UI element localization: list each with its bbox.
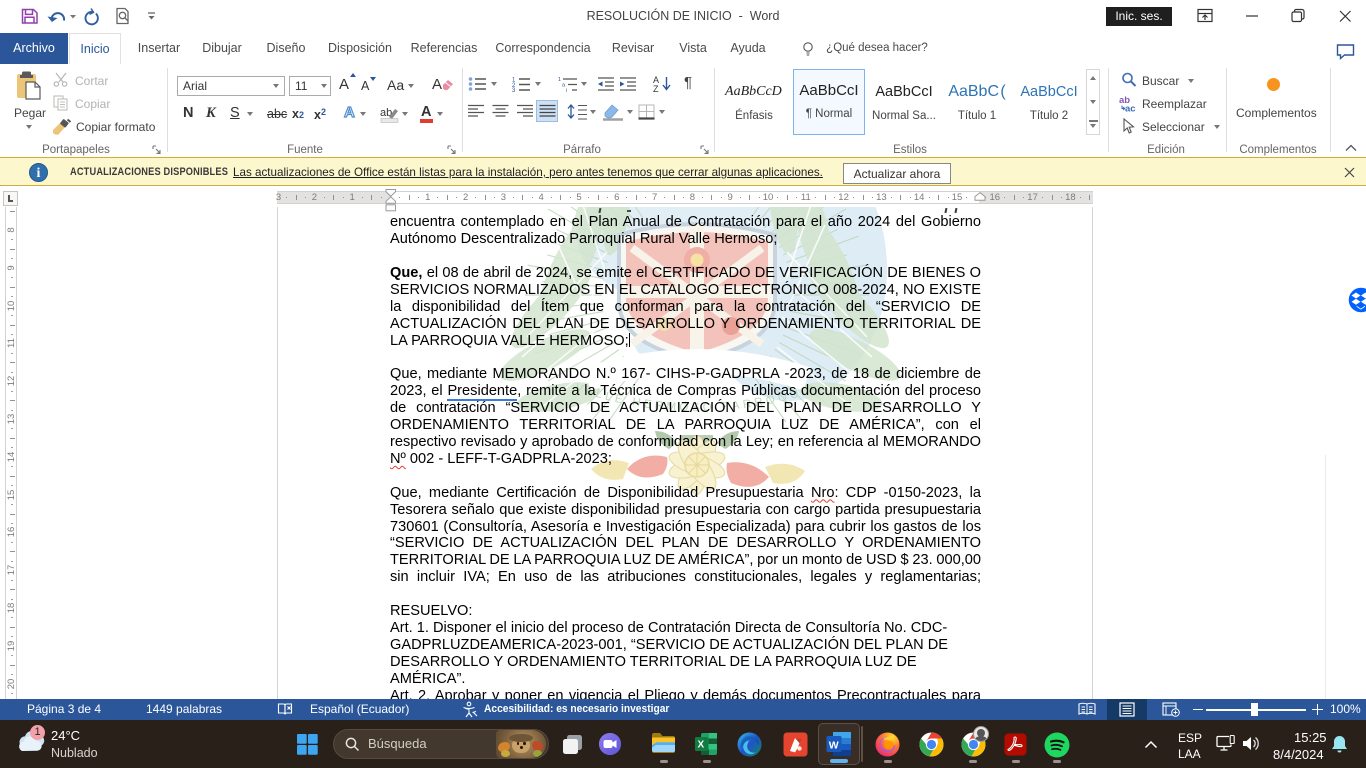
svg-text:X: X: [698, 740, 705, 751]
svg-text:ac: ac: [1125, 104, 1136, 113]
svg-text:3: 3: [512, 88, 516, 92]
svg-text:Z: Z: [653, 84, 659, 93]
svg-text:i: i: [566, 88, 567, 92]
svg-text:1: 1: [558, 77, 561, 83]
svg-text:W: W: [829, 740, 839, 752]
svg-text:A: A: [432, 76, 442, 93]
